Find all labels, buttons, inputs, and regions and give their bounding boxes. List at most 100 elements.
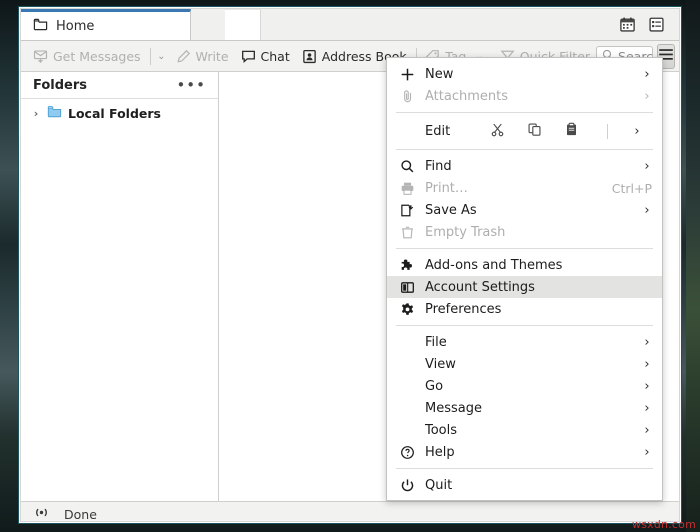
account-panel-icon	[399, 279, 415, 295]
chevron-right-icon: ›	[644, 334, 650, 350]
toolbar-separator-1	[149, 47, 151, 65]
chevron-right-icon: ›	[644, 356, 650, 372]
paste-icon[interactable]	[564, 122, 579, 141]
menu-item-print-label: Print…	[425, 180, 468, 196]
menu-item-tools[interactable]: Tools ›	[387, 419, 662, 441]
status-bar: Done	[21, 501, 679, 522]
sidebar-item-label: Local Folders	[68, 105, 161, 121]
menu-item-file-label: File	[425, 334, 447, 350]
menu-separator-4	[396, 325, 653, 326]
chevron-right-icon: ›	[644, 422, 650, 438]
chevron-right-icon: ›	[644, 66, 650, 82]
desktop-background-right	[686, 0, 700, 532]
get-messages-dropdown[interactable]: ⌄	[153, 48, 169, 65]
chevron-right-icon: ›	[644, 202, 650, 218]
trash-icon	[399, 224, 415, 240]
menu-item-preferences[interactable]: Preferences	[387, 298, 662, 320]
menu-item-quit[interactable]: Quit	[387, 474, 662, 496]
application-menu: New › Attachments › Edit › Find › Print……	[386, 57, 663, 501]
download-mail-icon	[33, 49, 48, 64]
menu-item-attachments-label: Attachments	[425, 88, 508, 104]
menu-item-preferences-label: Preferences	[425, 301, 502, 317]
chevron-right-icon: ›	[644, 400, 650, 416]
folder-icon	[33, 17, 48, 36]
menu-item-help[interactable]: Help ›	[387, 441, 662, 463]
save-as-icon	[399, 202, 415, 218]
menu-item-addons-label: Add-ons and Themes	[425, 257, 563, 273]
tab-bar-spacer	[261, 9, 619, 40]
chat-button[interactable]: Chat	[235, 46, 296, 67]
power-icon	[399, 477, 415, 493]
chevron-right-icon: ›	[644, 444, 650, 460]
plus-icon	[399, 66, 415, 82]
menu-item-print-shortcut: Ctrl+P	[611, 180, 652, 196]
folder-icon	[47, 104, 62, 122]
write-label: Write	[195, 48, 229, 64]
search-icon	[399, 158, 415, 174]
paperclip-icon	[399, 88, 415, 104]
menu-item-edit-label: Edit	[425, 123, 451, 139]
folder-pane-title: Folders	[33, 77, 88, 93]
menu-item-new-label: New	[425, 66, 454, 82]
menu-item-view[interactable]: View ›	[387, 353, 662, 375]
menu-item-save-as[interactable]: Save As ›	[387, 199, 662, 221]
folder-pane-header: Folders •••	[21, 72, 218, 99]
get-messages-button[interactable]: Get Messages	[27, 46, 147, 67]
menu-item-view-label: View	[425, 356, 456, 372]
menu-item-attachments[interactable]: Attachments ›	[387, 85, 662, 107]
tasks-icon[interactable]	[648, 16, 665, 33]
write-button[interactable]: Write	[170, 46, 235, 67]
menu-item-new[interactable]: New ›	[387, 63, 662, 85]
cut-icon[interactable]	[490, 122, 505, 141]
tab-new-placeholder[interactable]	[225, 9, 261, 40]
menu-item-go[interactable]: Go ›	[387, 375, 662, 397]
menu-item-go-label: Go	[425, 378, 444, 394]
tab-bar-icons	[619, 9, 679, 40]
menu-separator-5	[396, 468, 653, 469]
menu-item-account-settings-label: Account Settings	[425, 279, 535, 295]
menu-item-tools-label: Tools	[425, 422, 458, 438]
broadcast-icon	[33, 505, 50, 521]
printer-icon	[399, 180, 415, 196]
pencil-icon	[176, 49, 191, 64]
address-book-icon	[302, 49, 317, 64]
menu-separator-1	[396, 112, 653, 113]
menu-item-empty-trash[interactable]: Empty Trash	[387, 221, 662, 243]
menu-edit-separator	[607, 123, 608, 139]
menu-separator-3	[396, 248, 653, 249]
puzzle-icon	[399, 257, 415, 273]
chevron-right-icon: ›	[644, 158, 650, 174]
chevron-right-icon: ›	[644, 378, 650, 394]
gear-icon	[399, 301, 415, 317]
help-circle-icon	[399, 444, 415, 460]
status-text: Done	[64, 506, 97, 522]
menu-item-empty-trash-label: Empty Trash	[425, 224, 506, 240]
get-messages-label: Get Messages	[53, 48, 141, 64]
watermark: wsxdn.com	[632, 518, 696, 531]
menu-item-help-label: Help	[425, 444, 455, 460]
tab-bar: Home	[21, 9, 679, 41]
menu-separator-2	[396, 149, 653, 150]
calendar-icon[interactable]	[619, 16, 636, 33]
menu-item-print[interactable]: Print… Ctrl+P	[387, 177, 662, 199]
menu-item-file[interactable]: File ›	[387, 331, 662, 353]
menu-item-save-as-label: Save As	[425, 202, 477, 218]
copy-icon[interactable]	[527, 122, 542, 141]
chat-label: Chat	[260, 48, 290, 64]
menu-item-account-settings[interactable]: Account Settings	[387, 276, 662, 298]
menu-item-find-label: Find	[425, 158, 452, 174]
tab-home-label: Home	[56, 18, 95, 34]
chevron-right-icon[interactable]: ›	[31, 107, 41, 120]
menu-item-addons-and-themes[interactable]: Add-ons and Themes	[387, 254, 662, 276]
chevron-right-icon: ›	[644, 88, 650, 104]
menu-item-edit[interactable]: Edit ›	[387, 118, 662, 144]
tab-home[interactable]: Home	[21, 9, 191, 40]
chevron-right-icon: ›	[634, 123, 640, 139]
menu-item-message-label: Message	[425, 400, 482, 416]
sidebar-item-local-folders[interactable]: › Local Folders	[21, 99, 218, 127]
menu-item-message[interactable]: Message ›	[387, 397, 662, 419]
menu-item-quit-label: Quit	[425, 477, 453, 493]
menu-item-find[interactable]: Find ›	[387, 155, 662, 177]
folder-pane-more-button[interactable]: •••	[176, 77, 206, 93]
folder-pane: Folders ••• › Local Folders	[21, 72, 219, 501]
